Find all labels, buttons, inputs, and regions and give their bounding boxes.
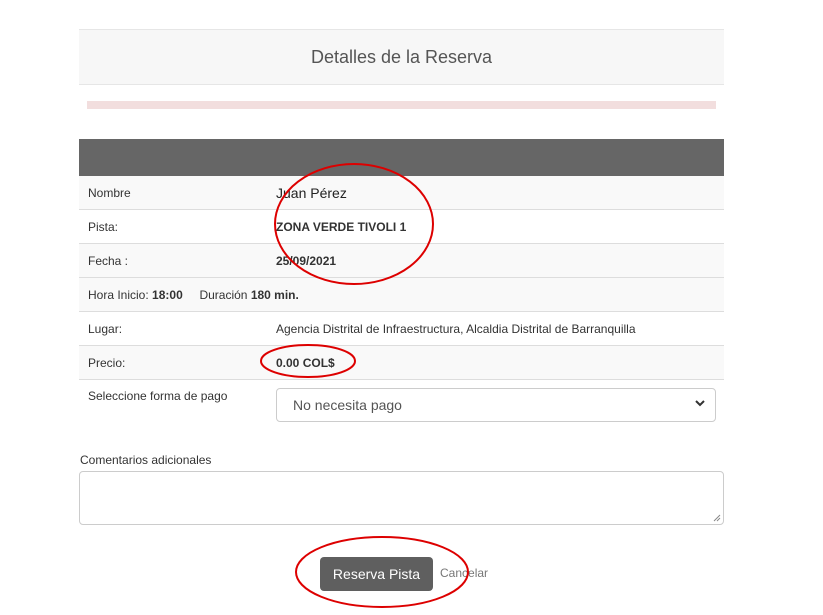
resize-grip-icon[interactable] xyxy=(713,514,721,522)
reserva-pista-button[interactable]: Reserva Pista xyxy=(320,557,433,591)
row-fecha: Fecha : 25/09/2021 xyxy=(79,244,724,278)
comentarios-label: Comentarios adicionales xyxy=(80,453,212,467)
pista-value: ZONA VERDE TIVOLI 1 xyxy=(276,220,407,234)
lugar-value: Agencia Distrital de Infraestructura, Al… xyxy=(276,322,636,336)
row-pista: Pista: ZONA VERDE TIVOLI 1 xyxy=(79,210,724,244)
comentarios-textarea[interactable] xyxy=(79,471,724,525)
hora-duracion: Hora Inicio: 18:00 Duración 180 min. xyxy=(88,288,299,302)
precio-value: 0.00 COL$ xyxy=(276,356,335,370)
row-nombre: Nombre Juan Pérez xyxy=(79,176,724,210)
fecha-label: Fecha : xyxy=(88,254,129,268)
forma-pago-select[interactable]: No necesita pago xyxy=(276,388,716,422)
duracion-value: 180 min. xyxy=(250,288,299,302)
row-hora: Hora Inicio: 18:00 Duración 180 min. xyxy=(79,278,724,312)
nombre-value: Juan Pérez xyxy=(276,185,347,201)
page-title-text: Detalles de la Reserva xyxy=(310,46,493,67)
pista-label: Pista: xyxy=(88,220,119,234)
nombre-label: Nombre xyxy=(88,186,131,200)
duracion-label: Duración xyxy=(199,288,248,302)
fecha-value: 25/09/2021 xyxy=(276,254,337,268)
row-forma-pago: Seleccione forma de pago No necesita pag… xyxy=(79,380,724,430)
hora-label: Hora Inicio: xyxy=(88,288,149,302)
chevron-down-icon xyxy=(695,400,705,407)
forma-pago-label: Seleccione forma de pago xyxy=(88,389,228,403)
lugar-label: Lugar: xyxy=(88,322,123,336)
forma-pago-selected: No necesita pago xyxy=(293,397,402,413)
alert-bar xyxy=(87,101,716,109)
row-precio: Precio: 0.00 COL$ xyxy=(79,346,724,380)
precio-label: Precio: xyxy=(88,356,126,370)
row-lugar: Lugar: Agencia Distrital de Infraestruct… xyxy=(79,312,724,346)
page-title: Detalles de la Reserva xyxy=(79,29,724,85)
hora-value: 18:00 xyxy=(152,288,183,302)
details-table-header xyxy=(79,139,724,176)
cancelar-link[interactable]: Cancelar xyxy=(440,566,488,580)
